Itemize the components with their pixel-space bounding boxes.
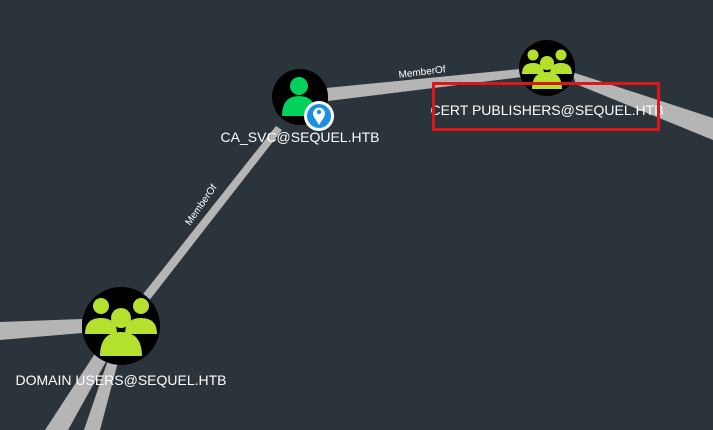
highlight-box <box>432 82 660 131</box>
node-ca-svc[interactable] <box>272 69 334 131</box>
edge-domain-users-left[interactable] <box>0 319 82 340</box>
graph-canvas[interactable]: MemberOf MemberOf <box>0 0 713 430</box>
edge-memberof-domain-users-ca-svc[interactable] <box>140 126 282 302</box>
node-domain-users[interactable] <box>82 287 160 365</box>
node-label-ca-svc: CA_SVC@SEQUEL.HTB <box>220 129 380 145</box>
node-label-domain-users: DOMAIN USERS@SEQUEL.HTB <box>15 372 227 388</box>
location-pin-icon <box>304 101 334 131</box>
